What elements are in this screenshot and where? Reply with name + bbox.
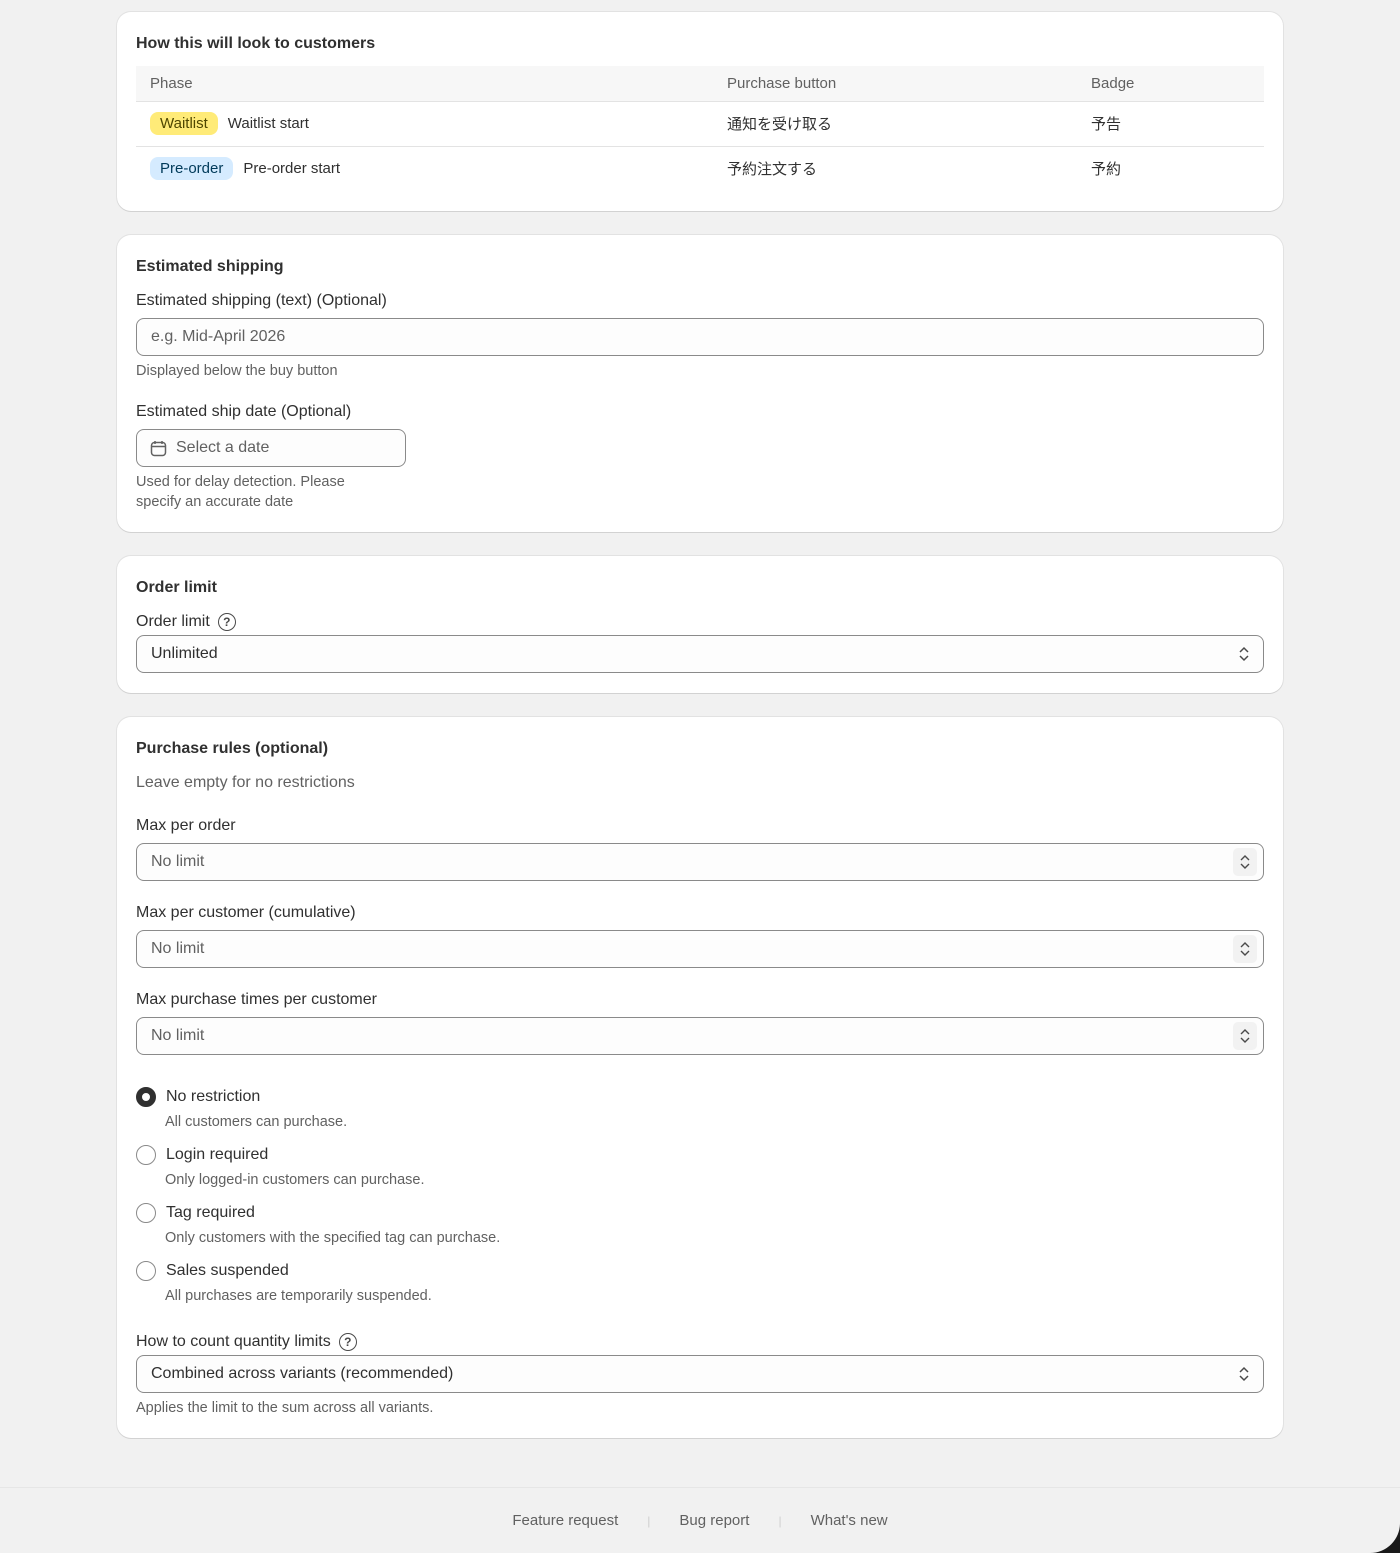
radio-option-no-restriction[interactable]: No restriction All customers can purchas… — [136, 1086, 1264, 1132]
chevron-up-icon[interactable] — [1239, 853, 1251, 862]
purchase-button-text: 通知を受け取る — [713, 101, 1077, 147]
feature-request-link[interactable]: Feature request — [483, 1512, 647, 1529]
ship-date-label: Estimated ship date (Optional) — [136, 403, 352, 420]
chevron-down-icon[interactable] — [1239, 949, 1251, 958]
page-content: How this will look to customers Phase Pu… — [117, 12, 1283, 1462]
count-limits-select[interactable]: Combined across variants (recommended) — [136, 1355, 1264, 1393]
preview-title: How this will look to customers — [136, 35, 376, 52]
max-per-order-label: Max per order — [136, 817, 236, 834]
chevron-down-icon[interactable] — [1239, 862, 1251, 871]
whats-new-link[interactable]: What's new — [782, 1512, 917, 1529]
shipping-title: Estimated shipping — [136, 258, 284, 275]
preview-table: Phase Purchase button Badge Waitlist Wait… — [136, 66, 1264, 191]
shipping-text-placeholder: e.g. Mid-April 2026 — [151, 328, 286, 345]
badge-text: 予告 — [1077, 101, 1264, 147]
max-purchase-times-input[interactable]: No limit — [136, 1017, 1264, 1055]
radio-button[interactable] — [136, 1145, 156, 1165]
count-limits-value: Combined across variants (recommended) — [151, 1365, 454, 1382]
chevron-up-down-icon — [1239, 1366, 1249, 1382]
order-limit-title: Order limit — [136, 579, 217, 596]
ship-date-placeholder: Select a date — [176, 439, 270, 456]
purchase-button-text: 予約注文する — [727, 161, 818, 179]
help-icon[interactable]: ? — [217, 613, 236, 631]
footer: Feature request | Bug report | What's ne… — [0, 1487, 1400, 1553]
radio-button[interactable] — [136, 1087, 156, 1107]
preview-card: How this will look to customers Phase Pu… — [117, 12, 1283, 211]
shipping-text-label: Estimated shipping (text) (Optional) — [136, 292, 387, 309]
radio-option-sales-suspended[interactable]: Sales suspended All purchases are tempor… — [136, 1260, 1264, 1306]
ship-date-picker[interactable]: Select a date — [136, 429, 406, 467]
radio-button[interactable] — [136, 1203, 156, 1223]
max-per-customer-label: Max per customer (cumulative) — [136, 904, 356, 921]
radio-option-login-required[interactable]: Login required Only logged-in customers … — [136, 1144, 1264, 1190]
purchase-rules-subtitle: Leave empty for no restrictions — [136, 774, 355, 791]
column-header-phase: Phase — [136, 66, 713, 102]
purchase-rules-title: Purchase rules (optional) — [136, 740, 329, 757]
phase-name: Waitlist start — [227, 115, 309, 132]
table-row: Pre-order Pre-order start 予約注文する 予約 — [136, 146, 1264, 191]
chevron-up-down-icon — [1239, 646, 1249, 662]
radio-button[interactable] — [136, 1261, 156, 1281]
phase-badge-waitlist: Waitlist — [150, 112, 218, 135]
restriction-radio-group: No restriction All customers can purchas… — [136, 1086, 1264, 1306]
shipping-text-input[interactable]: e.g. Mid-April 2026 — [136, 318, 1264, 356]
ship-date-help: Used for delay detection. Please specify… — [136, 474, 345, 510]
chevron-up-icon[interactable] — [1239, 940, 1251, 949]
bug-report-link[interactable]: Bug report — [650, 1512, 778, 1529]
count-limits-help: Applies the limit to the sum across all … — [136, 1400, 434, 1416]
max-per-customer-input[interactable]: No limit — [136, 930, 1264, 968]
purchase-rules-card: Purchase rules (optional) Leave empty fo… — [117, 717, 1283, 1438]
order-limit-label: Order limit ? — [136, 611, 1264, 633]
number-stepper[interactable] — [1233, 848, 1257, 876]
help-icon[interactable]: ? — [338, 1333, 357, 1351]
order-limit-card: Order limit Order limit ? Unlimited — [117, 556, 1283, 693]
order-limit-select[interactable]: Unlimited — [136, 635, 1264, 673]
column-header-badge: Badge — [1077, 66, 1264, 102]
column-header-purchase-button: Purchase button — [713, 66, 1077, 102]
max-per-order-input[interactable]: No limit — [136, 843, 1264, 881]
number-stepper[interactable] — [1233, 1022, 1257, 1050]
calendar-icon — [150, 440, 167, 456]
table-row: Waitlist Waitlist start 通知を受け取る 予告 — [136, 101, 1264, 147]
shipping-card: Estimated shipping Estimated shipping (t… — [117, 235, 1283, 532]
phase-badge-preorder: Pre-order — [150, 157, 234, 181]
badge-text: 予約 — [1091, 161, 1122, 179]
max-purchase-times-label: Max purchase times per customer — [136, 991, 377, 1008]
number-stepper[interactable] — [1233, 935, 1257, 963]
radio-option-tag-required[interactable]: Tag required Only customers with the spe… — [136, 1202, 1264, 1248]
chevron-up-icon[interactable] — [1239, 1027, 1251, 1036]
shipping-text-help: Displayed below the buy button — [136, 363, 338, 379]
order-limit-value: Unlimited — [151, 645, 218, 662]
chevron-down-icon[interactable] — [1239, 1036, 1251, 1045]
phase-name: Pre-order start — [243, 160, 341, 178]
count-limits-label: How to count quantity limits ? — [136, 1331, 1264, 1353]
